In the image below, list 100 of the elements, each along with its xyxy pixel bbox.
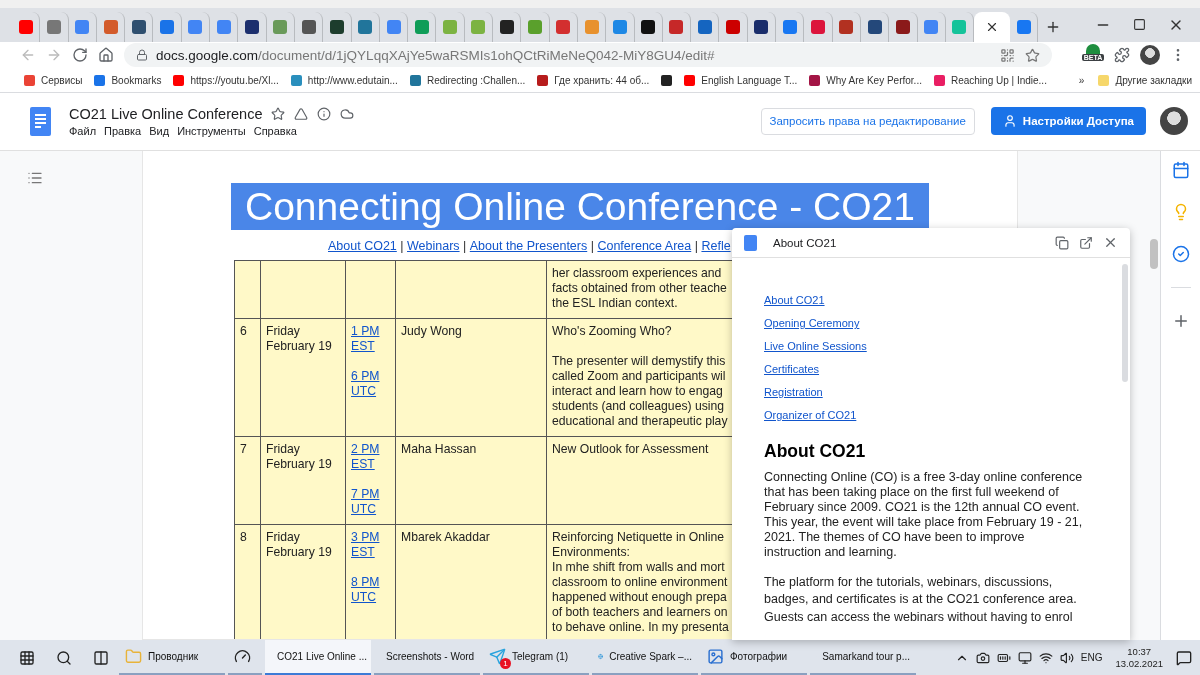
clock[interactable]: 10:37 13.02.2021: [1115, 645, 1163, 670]
address-field[interactable]: docs.google.com/document/d/1jQYLqqXAjYe5waRSMIs1ohQCtRiMeNeQ042-MiY8GU4/edit#: [124, 43, 1052, 68]
time-link[interactable]: 3 PM EST: [351, 530, 389, 560]
time-link[interactable]: 2 PM EST: [351, 442, 389, 472]
paragraph: The platform for the tutorials, webinars, discussions, badges, and certificates is at the CO21 conference area. Guests can access the webinars without having to enrol: [764, 574, 1077, 626]
maximize-icon[interactable]: [1133, 18, 1146, 32]
camera-icon[interactable]: [975, 650, 990, 665]
qr-code-icon[interactable]: [1000, 47, 1015, 63]
bookmark[interactable]: English Language T...: [684, 74, 798, 86]
lock-icon[interactable]: [136, 49, 148, 62]
document-icon: [744, 234, 757, 251]
bookmark[interactable]: Redirecting :Challen...: [409, 74, 526, 86]
menu-item[interactable]: Вид: [149, 124, 170, 137]
table-cell-text: Judy Wong: [401, 324, 463, 339]
scrollbar[interactable]: [1150, 239, 1158, 269]
nav-link[interactable]: Webinars: [407, 239, 460, 253]
docs-logo[interactable]: [30, 106, 51, 136]
notifications-icon[interactable]: [1176, 649, 1192, 666]
share-button[interactable]: Настройки Доступа: [990, 107, 1146, 136]
time-link[interactable]: 8 PM UTC: [351, 575, 389, 605]
bookmark-icon[interactable]: [661, 74, 673, 86]
avatar[interactable]: [1140, 45, 1160, 66]
home-icon[interactable]: [98, 47, 114, 64]
bookmark[interactable]: Reaching Up | Indie...: [933, 74, 1047, 86]
time-link[interactable]: 1 PM EST: [351, 324, 389, 354]
language-indicator[interactable]: ENG: [1080, 652, 1103, 663]
monitor-icon[interactable]: [1017, 650, 1032, 665]
taskbar-app[interactable]: Проводник: [119, 640, 225, 675]
menu-item[interactable]: Правка: [104, 124, 142, 137]
bookmark[interactable]: Why Are Key Perfor...: [809, 74, 922, 86]
toc-link[interactable]: Live Online Sessions: [764, 340, 867, 352]
avatar[interactable]: [1160, 107, 1188, 136]
reload-icon[interactable]: [72, 47, 88, 64]
search-icon[interactable]: [55, 649, 72, 666]
table-cell-text: 7: [240, 442, 248, 457]
toc-link[interactable]: Organizer of CO21: [764, 409, 857, 421]
scrollbar[interactable]: [1122, 264, 1128, 382]
taskbar-app[interactable]: 1 Telegram (1): [483, 640, 589, 675]
time-link[interactable]: 6 PM UTC: [351, 369, 389, 399]
bookmark[interactable]: Bookmarks: [94, 74, 162, 86]
tasks-icon[interactable]: [1171, 245, 1190, 263]
table-cell-text: The presenter will demystify this called Zoom and participants wil interact and learn how to engag students (and colleagues) using educational and therapeutic play: [552, 354, 729, 429]
table-cell-text: Who's Zooming Who?: [552, 324, 673, 339]
nav-link[interactable]: Conference Area: [597, 239, 692, 253]
request-edit-button[interactable]: Запросить права на редактирование: [760, 107, 975, 135]
outline-icon[interactable]: [27, 170, 43, 186]
wifi-icon[interactable]: [1038, 650, 1053, 665]
taskbar-app[interactable]: Creative Spark –...: [592, 640, 698, 675]
nav-link[interactable]: Refle: [701, 239, 731, 253]
bookmark[interactable]: Где хранить: 44 об...: [537, 74, 650, 86]
table-cell-text: Mbarek Akaddar: [401, 530, 491, 545]
volume-icon[interactable]: [1059, 650, 1074, 665]
windows-icon[interactable]: [18, 649, 35, 666]
menu-item[interactable]: Файл: [69, 124, 97, 137]
taskbar-app[interactable]: Samarkand tour p...: [810, 640, 916, 675]
separator: |: [589, 239, 595, 253]
table-cell-text: Maha Hassan: [401, 442, 478, 457]
separator: |: [693, 239, 699, 253]
more-bookmarks-button[interactable]: »: [1078, 74, 1085, 86]
calendar-icon[interactable]: [1171, 161, 1190, 179]
folder-icon: [125, 648, 142, 665]
table-cell-text: Friday February 19: [266, 324, 333, 354]
menu-item[interactable]: Инструменты: [177, 124, 246, 137]
taskbar-app[interactable]: Фотографии: [701, 640, 807, 675]
notification-badge: 1: [500, 658, 511, 669]
puzzle-icon[interactable]: [1114, 47, 1130, 64]
table-cell-text: Friday February 19: [266, 530, 333, 560]
time-link[interactable]: 7 PM UTC: [351, 487, 389, 517]
open-in-new-icon[interactable]: [1079, 235, 1093, 250]
paper-plane-icon: [489, 648, 506, 665]
taskbar-app[interactable]: CO21 Live Online ...: [265, 640, 371, 675]
table-cell-text: Reinforcing Netiquette in Online Environments: In mhe shift from walls and mort classroom to online environment happened without enough prepa of both teachers and learners on to behave online. In my presenta: [552, 530, 730, 635]
menu-item[interactable]: Справка: [253, 124, 297, 137]
toc-link[interactable]: Certificates: [764, 363, 820, 375]
photo-icon: [707, 648, 724, 665]
info-icon[interactable]: [317, 106, 332, 121]
table-cell-text: 6: [240, 324, 248, 339]
copy-icon[interactable]: [1055, 235, 1069, 250]
nav-link[interactable]: About the Presenters: [469, 239, 588, 253]
person-icon: [1002, 114, 1017, 129]
separator: |: [462, 239, 468, 253]
panel-title: About CO21: [773, 236, 837, 249]
banner-title: Connecting Online Conference - CO21: [231, 183, 929, 230]
toc-link[interactable]: About CO21: [764, 294, 825, 306]
toc-link[interactable]: Registration: [764, 386, 823, 398]
section-heading: About CO21: [764, 441, 866, 462]
bookmark-folder[interactable]: Другие закладки: [1098, 74, 1192, 86]
drive-icon[interactable]: [294, 106, 309, 121]
star-icon[interactable]: [271, 106, 286, 121]
document-title[interactable]: CO21 Live Online Conference: [69, 105, 263, 122]
bookmark[interactable]: http://www.edutain...: [290, 74, 398, 86]
bookmark[interactable]: https://youtu.be/Xl...: [173, 74, 279, 86]
close-icon[interactable]: [1103, 235, 1118, 250]
cloud-icon[interactable]: [340, 106, 355, 121]
task-view-icon[interactable]: [92, 649, 109, 666]
star-icon[interactable]: [1025, 47, 1040, 63]
toc-link[interactable]: Opening Ceremony: [764, 317, 860, 329]
bookmark[interactable]: Сервисы: [24, 74, 83, 86]
nav-link[interactable]: About CO21: [328, 239, 397, 253]
taskbar-app[interactable]: Screenshots - Word: [374, 640, 480, 675]
